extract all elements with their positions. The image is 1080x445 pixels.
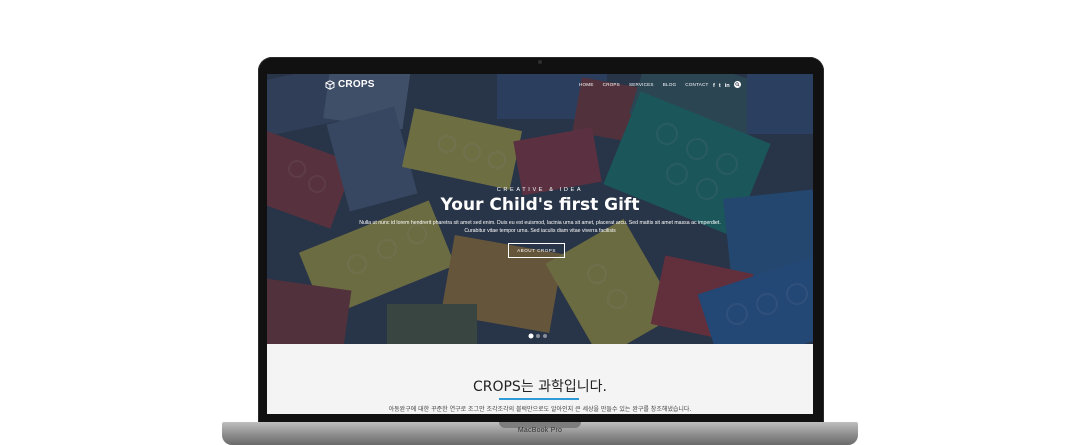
twitter-icon[interactable]: t (719, 83, 721, 89)
about-description: 아동완구에 대한 꾸준한 연구로 조그만 조각조각의 블럭만으로도 알아인지 큰… (388, 406, 692, 413)
slider-dots (529, 334, 547, 338)
hero-body-text: Nulla ut nunc id lorem hendrerit pharetr… (359, 220, 721, 234)
nav-item-services[interactable]: SERVICES (629, 82, 654, 87)
model-label: MacBook Pro (517, 427, 563, 434)
slider-dot-2[interactable] (536, 334, 540, 338)
cube-logo-icon (325, 79, 335, 90)
laptop-base: MacBook Pro (222, 422, 858, 445)
camera-dot (538, 60, 542, 64)
hero-banner: CROPS HOME CROPS SERVICES BLOG CONTACT f… (267, 74, 813, 344)
social-links: f t in (713, 81, 741, 89)
search-icon[interactable] (733, 81, 741, 88)
slider-dot-1[interactable] (529, 334, 533, 338)
hero-eyebrow: CREATIVE & IDEA (496, 187, 584, 193)
nav-item-blog[interactable]: BLOG (663, 82, 677, 87)
linkedin-icon[interactable]: in (725, 83, 730, 89)
site-logo[interactable]: CROPS (325, 79, 375, 90)
about-section: CROPS는 과학입니다. 아동완구에 대한 꾸준한 연구로 조그만 조각조각의… (267, 344, 813, 414)
about-title: CROPS는 과학입니다. (472, 379, 608, 395)
nav-item-home[interactable]: HOME (579, 82, 594, 87)
hero-headline: Your Child's first Gift (440, 195, 640, 215)
logo-text: CROPS (338, 79, 375, 90)
laptop-screen: CROPS HOME CROPS SERVICES BLOG CONTACT f… (267, 74, 813, 414)
main-nav: HOME CROPS SERVICES BLOG CONTACT (579, 82, 709, 87)
nav-item-contact[interactable]: CONTACT (685, 82, 708, 87)
title-underline (499, 398, 579, 400)
nav-item-crops[interactable]: CROPS (603, 82, 620, 87)
about-crops-button[interactable]: ABOUT CROPS (508, 243, 565, 258)
slider-dot-3[interactable] (543, 334, 547, 338)
facebook-icon[interactable]: f (713, 83, 715, 89)
